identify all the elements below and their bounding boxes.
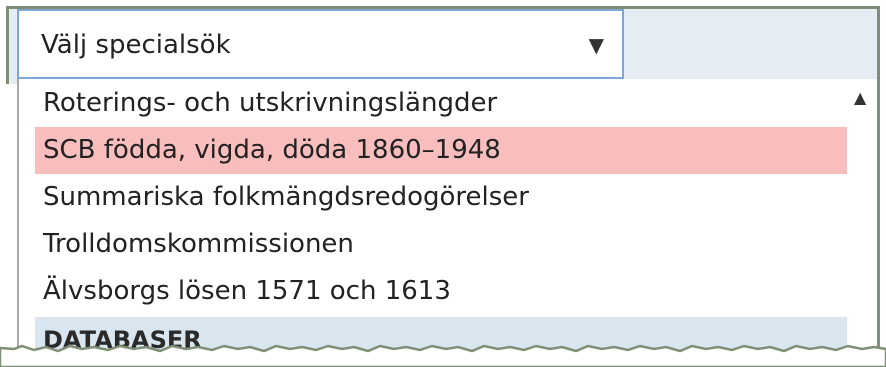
dropdown-triangle-icon: ▼: [588, 33, 604, 57]
special-search-select[interactable]: Välj specialsök ▼: [17, 9, 624, 79]
list-item-highlighted[interactable]: SCB födda, vigda, döda 1860–1948: [35, 127, 847, 174]
dropdown-scrollbar[interactable]: ▲: [847, 79, 877, 367]
select-current-value: Välj specialsök: [41, 30, 231, 60]
scroll-up-arrow-icon[interactable]: ▲: [854, 89, 866, 107]
list-item[interactable]: Summariska folkmängdsredogörelser: [35, 174, 847, 221]
specialsok-dropdown-screenshot: Välj specialsök ▼ Roterings- och utskriv…: [0, 0, 886, 367]
list-item[interactable]: Älvsborgs lösen 1571 och 1613: [35, 268, 847, 315]
torn-edge: [0, 344, 886, 367]
dropdown-list[interactable]: Roterings- och utskrivningslängder SCB f…: [17, 79, 880, 367]
list-item[interactable]: Roterings- och utskrivningslängder: [35, 80, 847, 127]
list-item[interactable]: Trolldomskommissionen: [35, 221, 847, 268]
